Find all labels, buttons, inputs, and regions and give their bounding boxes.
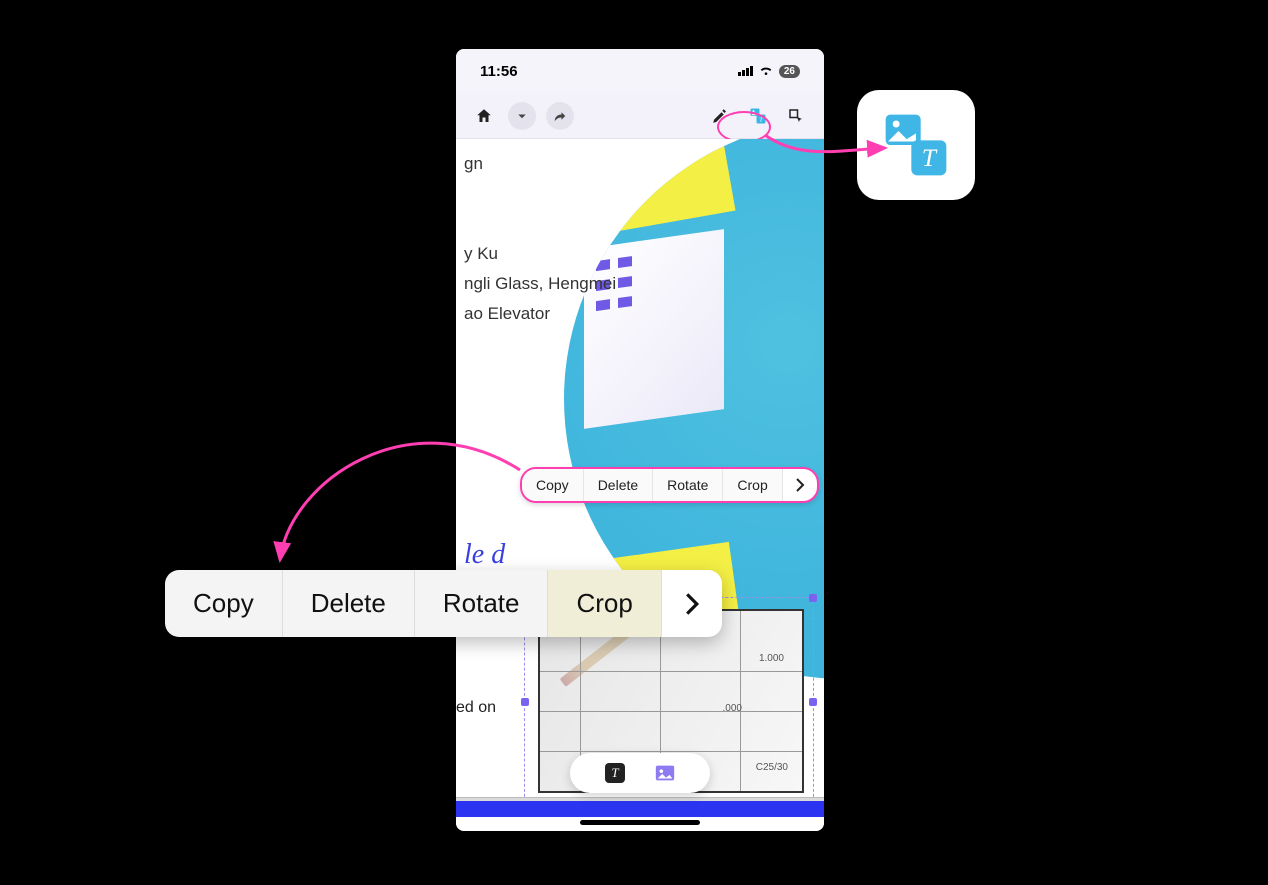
status-time: 11:56 — [480, 63, 518, 80]
image-text-tool-icon[interactable]: T — [744, 102, 772, 130]
chevron-right-icon — [795, 478, 805, 492]
context-more[interactable] — [783, 469, 817, 501]
context-delete[interactable]: Delete — [584, 469, 653, 501]
text-fragment: ao Elevator — [464, 299, 616, 329]
highlighter-icon[interactable] — [706, 102, 734, 130]
wifi-icon — [758, 65, 774, 77]
context-menu-small: Copy Delete Rotate Crop — [520, 467, 819, 503]
context-crop[interactable]: Crop — [723, 469, 782, 501]
insert-text-button[interactable]: T — [603, 761, 627, 785]
context-rotate[interactable]: Rotate — [653, 469, 723, 501]
context-copy[interactable]: Copy — [522, 469, 584, 501]
text-fragment: gn — [464, 149, 616, 179]
chevron-down-icon[interactable] — [508, 102, 536, 130]
context-delete-big[interactable]: Delete — [283, 570, 415, 637]
app-toolbar: T — [456, 93, 824, 139]
heading-fragment: le d — [464, 539, 505, 571]
chevron-right-icon — [684, 592, 700, 616]
page-footer-band — [456, 801, 824, 817]
insert-image-button[interactable] — [653, 761, 677, 785]
text-fragment: ngli Glass, Hengmei — [464, 269, 616, 299]
context-more-big[interactable] — [662, 570, 722, 637]
status-bar: 11:56 26 — [456, 49, 824, 93]
image-icon — [654, 762, 676, 784]
context-rotate-big[interactable]: Rotate — [415, 570, 549, 637]
cellular-icon — [738, 66, 753, 76]
context-crop-big[interactable]: Crop — [548, 570, 661, 637]
phone-frame: 11:56 26 — [456, 49, 824, 831]
image-text-icon: T — [881, 110, 951, 180]
svg-text:T: T — [922, 143, 938, 172]
insert-toolbar: T — [570, 753, 710, 793]
redo-icon[interactable] — [546, 102, 574, 130]
home-icon[interactable] — [470, 102, 498, 130]
battery-level: 26 — [779, 65, 800, 78]
text-fragment: ed on — [456, 699, 496, 717]
selection-tool-icon[interactable] — [782, 102, 810, 130]
text-fragment: y Ku — [464, 239, 616, 269]
home-indicator — [580, 820, 700, 825]
context-copy-big[interactable]: Copy — [165, 570, 283, 637]
doc-text-fragment: gn y Ku ngli Glass, Hengmei ao Elevator — [456, 149, 616, 329]
context-menu-enlarged: Copy Delete Rotate Crop — [165, 570, 722, 637]
text-icon: T — [605, 763, 625, 783]
callout-tile: T — [857, 90, 975, 200]
